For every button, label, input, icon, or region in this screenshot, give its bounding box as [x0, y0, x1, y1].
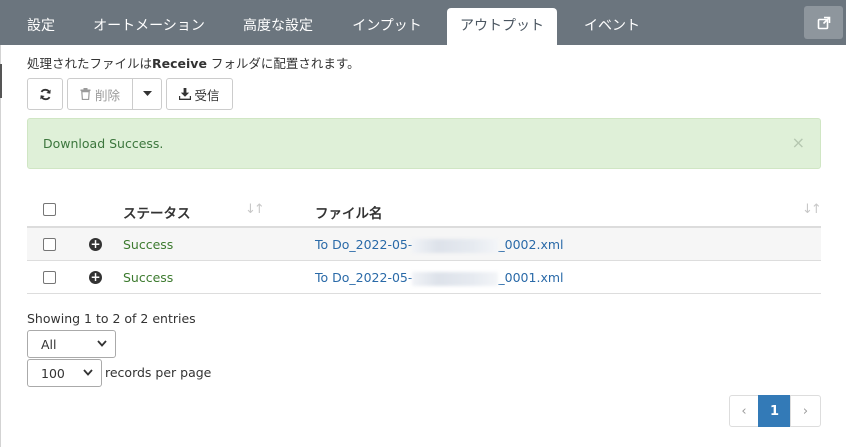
row-checkbox[interactable]	[43, 271, 56, 284]
output-folder-info: 処理されたファイルはReceive フォルダに配置されます。	[27, 53, 360, 72]
tab-advanced-settings[interactable]: 高度な設定	[230, 8, 326, 45]
alert-message: Download Success.	[43, 136, 164, 151]
delete-label: 削除	[94, 87, 120, 103]
table-header: ステータス ↓↑ ファイル名 ↓↑	[27, 193, 822, 228]
tab-bar: 設定 オートメーション 高度な設定 インプット アウトプット イベント	[0, 0, 846, 45]
filter-select-value: All	[41, 337, 57, 352]
filename-prefix: To Do_2022-05-	[315, 237, 413, 252]
receive-button[interactable]: 受信	[166, 78, 233, 110]
filename-suffix: _0002.xml	[498, 237, 564, 252]
row-status: Success	[123, 270, 174, 285]
chevron-down-icon	[97, 340, 107, 347]
pagination-next-button[interactable]: ›	[790, 395, 821, 427]
records-per-page-select[interactable]: 100	[27, 359, 102, 387]
table-row: + Success To Do_2022-05- _0002.xml	[27, 228, 821, 261]
success-alert: Download Success. ×	[27, 118, 821, 169]
expand-row-icon[interactable]: +	[89, 271, 102, 284]
filename-prefix: To Do_2022-05-	[315, 270, 413, 285]
tab-input[interactable]: インプット	[340, 8, 434, 45]
folder-name: Receive	[152, 56, 207, 71]
chevron-down-icon	[83, 369, 93, 376]
records-per-page-label: records per page	[105, 365, 212, 380]
alert-close-button[interactable]: ×	[792, 133, 805, 152]
receive-label: 受信	[194, 87, 220, 103]
open-external-button[interactable]	[804, 6, 843, 39]
row-checkbox[interactable]	[43, 238, 56, 251]
tab-output[interactable]: アウトプット	[447, 8, 557, 45]
row-filename-link[interactable]: To Do_2022-05- _0001.xml	[315, 270, 564, 286]
content-border	[0, 45, 1, 447]
sort-icon-filename[interactable]: ↓↑	[802, 202, 822, 217]
column-header-status[interactable]: ステータス	[123, 202, 191, 222]
caret-down-icon	[142, 91, 152, 96]
records-per-page-value: 100	[41, 366, 65, 381]
entries-summary: Showing 1 to 2 of 2 entries	[27, 311, 196, 326]
delete-button[interactable]: 削除	[67, 78, 133, 110]
refresh-button[interactable]	[27, 78, 63, 110]
row-status: Success	[123, 237, 174, 252]
filter-select[interactable]: All	[27, 330, 116, 358]
pagination-page-1[interactable]: 1	[758, 395, 791, 427]
info-prefix: 処理されたファイルは	[27, 56, 153, 71]
select-all-checkbox[interactable]	[43, 203, 56, 216]
row-filename-link[interactable]: To Do_2022-05- _0002.xml	[315, 237, 564, 253]
table-row: + Success To Do_2022-05- _0001.xml	[27, 261, 821, 294]
content-marker	[0, 64, 2, 98]
download-icon	[179, 88, 192, 100]
tab-events[interactable]: イベント	[572, 8, 652, 45]
tab-settings[interactable]: 設定	[8, 8, 74, 45]
column-header-filename[interactable]: ファイル名	[315, 202, 383, 222]
redacted-region	[412, 271, 499, 286]
pagination-prev-button[interactable]: ‹	[729, 395, 759, 427]
expand-row-icon[interactable]: +	[89, 238, 102, 251]
info-suffix: フォルダに配置されます。	[206, 56, 360, 71]
trash-icon	[80, 88, 91, 100]
sort-icon-status[interactable]: ↓↑	[245, 202, 265, 217]
external-link-icon	[817, 16, 830, 29]
tab-automation[interactable]: オートメーション	[84, 8, 214, 45]
filename-suffix: _0001.xml	[498, 270, 564, 285]
delete-options-dropdown[interactable]	[132, 78, 162, 110]
refresh-icon	[39, 88, 51, 100]
redacted-region	[412, 238, 499, 253]
